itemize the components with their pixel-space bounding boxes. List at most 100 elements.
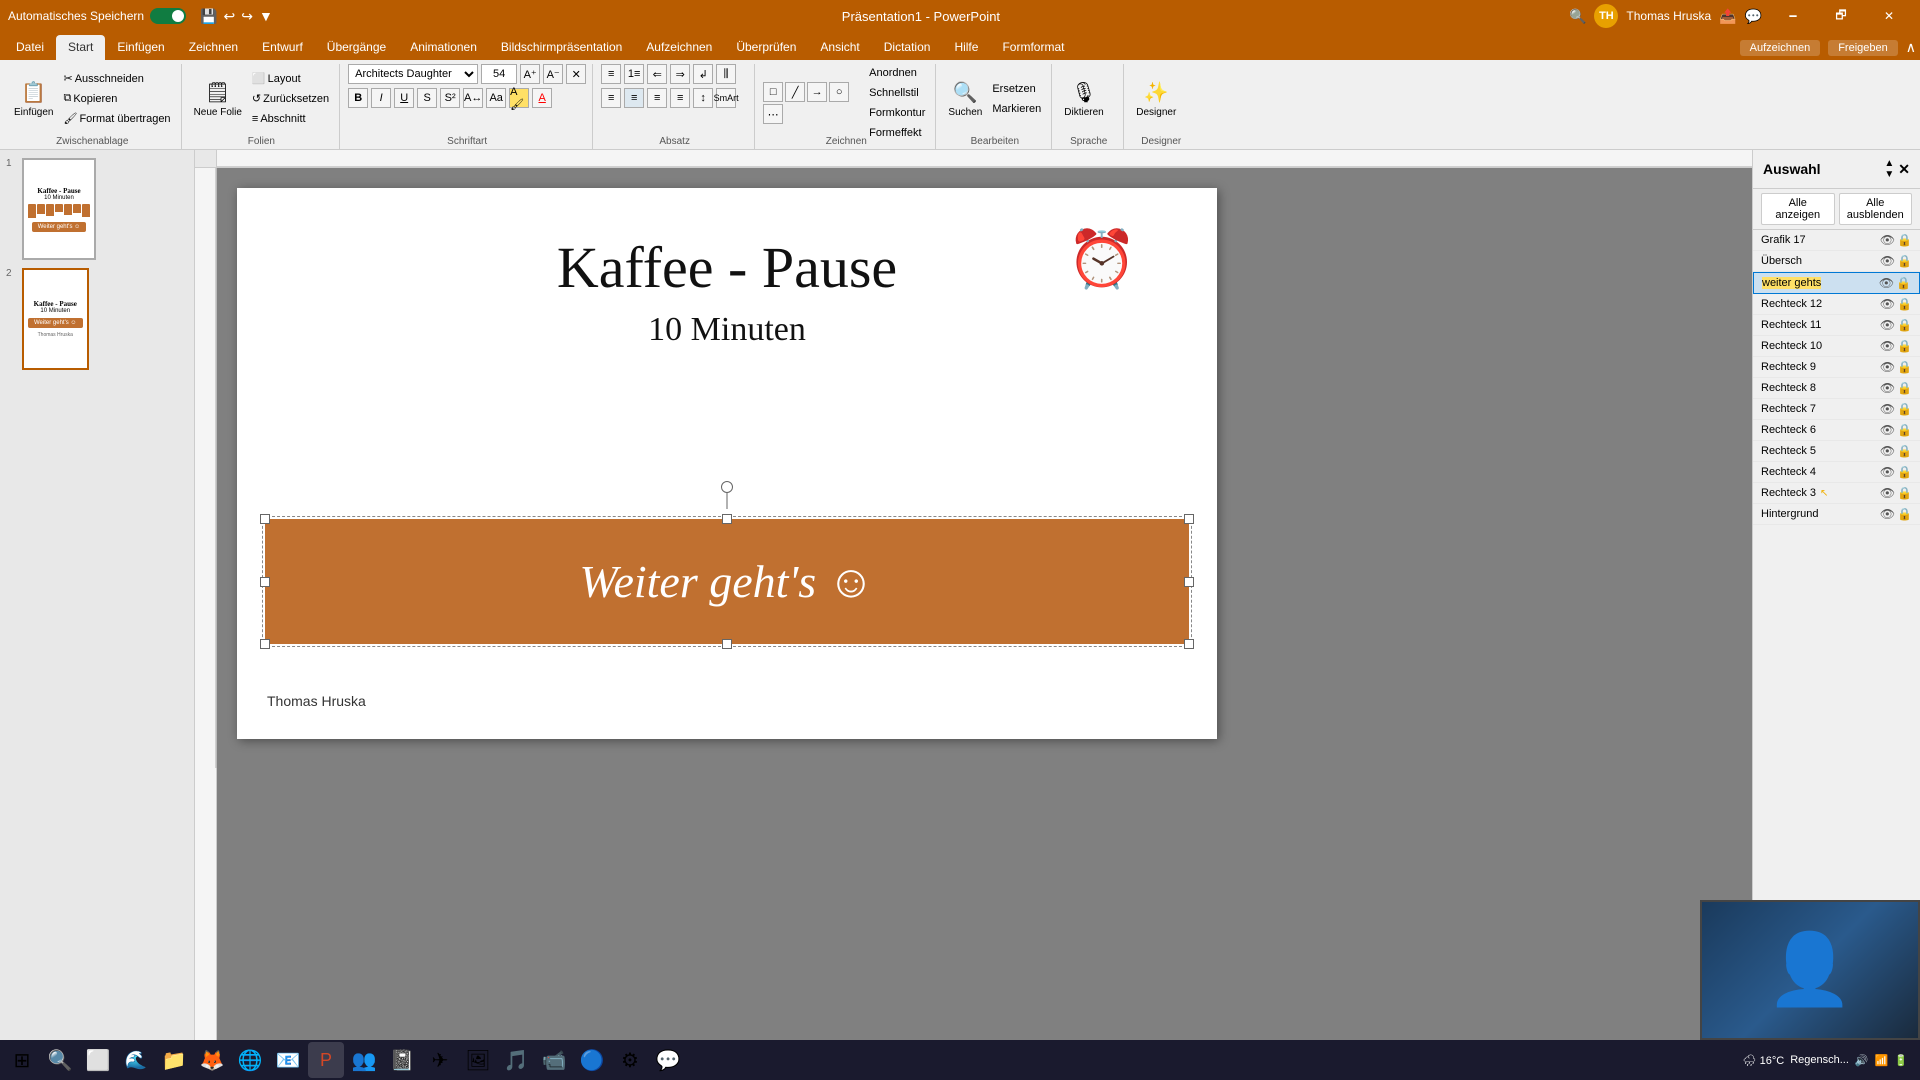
font-name-select[interactable]: Architects Daughter xyxy=(348,64,478,84)
neue-folie-btn[interactable]: 🗒 Neue Folie xyxy=(190,70,246,128)
num-list-btn[interactable]: 1≡ xyxy=(624,64,644,84)
einfuegen-btn[interactable]: 📋 Einfügen xyxy=(10,70,57,128)
user-avatar[interactable]: TH xyxy=(1594,4,1618,28)
handle-br[interactable] xyxy=(1184,639,1194,649)
font-case-btn[interactable]: Aa xyxy=(486,88,506,108)
layout-btn[interactable]: ⬜Layout xyxy=(248,70,333,88)
tab-entwurf[interactable]: Entwurf xyxy=(250,35,315,60)
lock-icon[interactable]: 🔒 xyxy=(1896,276,1911,290)
align-left-btn[interactable]: ≡ xyxy=(601,88,621,108)
sel-item[interactable]: Übersch👁🔒 xyxy=(1753,251,1920,272)
tab-einfuegen[interactable]: Einfügen xyxy=(105,35,176,60)
circle-shape-btn[interactable]: ○ xyxy=(829,82,849,102)
lock-icon[interactable]: 🔒 xyxy=(1897,381,1912,395)
tab-dictation[interactable]: Dictation xyxy=(872,35,943,60)
lock-icon[interactable]: 🔒 xyxy=(1897,402,1912,416)
anordnen-btn[interactable]: Anordnen xyxy=(865,64,929,82)
handle-ml[interactable] xyxy=(260,577,270,587)
indent-increase-btn[interactable]: ⇒ xyxy=(670,64,690,84)
font-size-input[interactable] xyxy=(481,64,517,84)
diktieren-btn[interactable]: 🎙 Diktieren xyxy=(1060,70,1107,128)
clear-format-btn[interactable]: ✕ xyxy=(566,64,586,84)
chrome-btn[interactable]: 🌐 xyxy=(232,1042,268,1078)
kopieren-btn[interactable]: ⧉Kopieren xyxy=(59,90,174,108)
tab-bildschirm[interactable]: Bildschirmpräsentation xyxy=(489,35,634,60)
visibility-icon[interactable]: 👁 xyxy=(1880,465,1895,479)
suchen-btn[interactable]: 🔍 Suchen xyxy=(944,70,986,128)
share-icon[interactable]: 📤 xyxy=(1719,8,1736,25)
lock-icon[interactable]: 🔒 xyxy=(1897,423,1912,437)
shadow-btn[interactable]: S² xyxy=(440,88,460,108)
handle-tl[interactable] xyxy=(260,514,270,524)
italic-btn[interactable]: I xyxy=(371,88,391,108)
customize-icon[interactable]: ▼ xyxy=(259,8,273,24)
visibility-icon[interactable]: 👁 xyxy=(1880,444,1895,458)
font-size-increase-btn[interactable]: A⁺ xyxy=(520,64,540,84)
edge-btn[interactable]: 🌊 xyxy=(118,1042,154,1078)
alle-anzeigen-btn[interactable]: Alle anzeigen xyxy=(1761,193,1835,225)
line-shape-btn[interactable]: ╱ xyxy=(785,82,805,102)
file-explorer-btn[interactable]: 📁 xyxy=(156,1042,192,1078)
sel-item[interactable]: Rechteck 11👁🔒 xyxy=(1753,315,1920,336)
ausschneiden-btn[interactable]: ✂Ausschneiden xyxy=(59,70,174,88)
schnelltastenvorlagen-btn[interactable]: Schnellstil xyxy=(865,84,929,102)
smartart-btn[interactable]: SmArt xyxy=(716,88,736,108)
strikethrough-btn[interactable]: S xyxy=(417,88,437,108)
arrow-shape-btn[interactable]: → xyxy=(807,82,827,102)
char-spacing-btn[interactable]: A↔ xyxy=(463,88,483,108)
font-size-decrease-btn[interactable]: A⁻ xyxy=(543,64,563,84)
close-btn[interactable]: ✕ xyxy=(1866,0,1912,32)
visibility-icon[interactable]: 👁 xyxy=(1880,254,1895,268)
rotation-handle[interactable] xyxy=(721,481,733,493)
photos-btn[interactable]: 🖼 xyxy=(460,1042,496,1078)
bullet-list-btn[interactable]: ≡ xyxy=(601,64,621,84)
sel-item[interactable]: Rechteck 3↖👁🔒 xyxy=(1753,483,1920,504)
sel-item[interactable]: Hintergrund👁🔒 xyxy=(1753,504,1920,525)
taskview-btn[interactable]: ⬜ xyxy=(80,1042,116,1078)
tab-ueberpruefen[interactable]: Überprüfen xyxy=(724,35,808,60)
onenote-btn[interactable]: 📓 xyxy=(384,1042,420,1078)
minimize-btn[interactable]: 🗕 xyxy=(1770,0,1816,32)
sel-item[interactable]: Rechteck 5👁🔒 xyxy=(1753,441,1920,462)
search-btn[interactable]: 🔍 xyxy=(42,1042,78,1078)
column-btn[interactable]: ⫼ xyxy=(716,64,736,84)
visibility-icon[interactable]: 👁 xyxy=(1880,486,1895,500)
visibility-icon[interactable]: 👁 xyxy=(1880,402,1895,416)
panel-close-btn[interactable]: ✕ xyxy=(1898,161,1910,178)
lock-icon[interactable]: 🔒 xyxy=(1897,486,1912,500)
visibility-icon[interactable]: 👁 xyxy=(1880,381,1895,395)
tab-hilfe[interactable]: Hilfe xyxy=(942,35,990,60)
redo-icon[interactable]: ↪ xyxy=(241,8,253,25)
search-icon[interactable]: 🔍 xyxy=(1569,8,1586,25)
comment-icon[interactable]: 💬 xyxy=(1745,8,1762,25)
zoom-btn[interactable]: 📹 xyxy=(536,1042,572,1078)
freigeben-btn[interactable]: Freigeben xyxy=(1828,40,1898,56)
lock-icon[interactable]: 🔒 xyxy=(1897,339,1912,353)
handle-bl[interactable] xyxy=(260,639,270,649)
indent-decrease-btn[interactable]: ⇐ xyxy=(647,64,667,84)
extra1-btn[interactable]: 🔵 xyxy=(574,1042,610,1078)
alle-ausblenden-btn[interactable]: Alle ausblenden xyxy=(1839,193,1913,225)
sel-item[interactable]: Grafik 17👁🔒 xyxy=(1753,230,1920,251)
align-center-btn[interactable]: ≡ xyxy=(624,88,644,108)
sel-item[interactable]: weiter gehts👁🔒 xyxy=(1753,272,1920,294)
markieren-btn[interactable]: Markieren xyxy=(988,100,1045,118)
visibility-icon[interactable]: 👁 xyxy=(1880,297,1895,311)
autosave-toggle[interactable] xyxy=(150,8,186,24)
visibility-icon[interactable]: 👁 xyxy=(1880,339,1895,353)
align-right-btn[interactable]: ≡ xyxy=(647,88,667,108)
line-spacing-btn[interactable]: ↕ xyxy=(693,88,713,108)
outlook-btn[interactable]: 📧 xyxy=(270,1042,306,1078)
powerpoint-taskbar-btn[interactable]: P xyxy=(308,1042,344,1078)
telegram-btn[interactable]: ✈ xyxy=(422,1042,458,1078)
tab-aufzeichnen[interactable]: Aufzeichnen xyxy=(634,35,724,60)
lock-icon[interactable]: 🔒 xyxy=(1897,507,1912,521)
sel-item[interactable]: Rechteck 6👁🔒 xyxy=(1753,420,1920,441)
save-icon[interactable]: 💾 xyxy=(200,8,217,25)
tab-animationen[interactable]: Animationen xyxy=(398,35,489,60)
lock-icon[interactable]: 🔒 xyxy=(1897,444,1912,458)
visibility-icon[interactable]: 👁 xyxy=(1880,507,1895,521)
spotify-btn[interactable]: 🎵 xyxy=(498,1042,534,1078)
ersetzen-btn[interactable]: Ersetzen xyxy=(988,80,1045,98)
panel-collapse-arrows[interactable]: ▲ ▼ xyxy=(1884,158,1894,180)
